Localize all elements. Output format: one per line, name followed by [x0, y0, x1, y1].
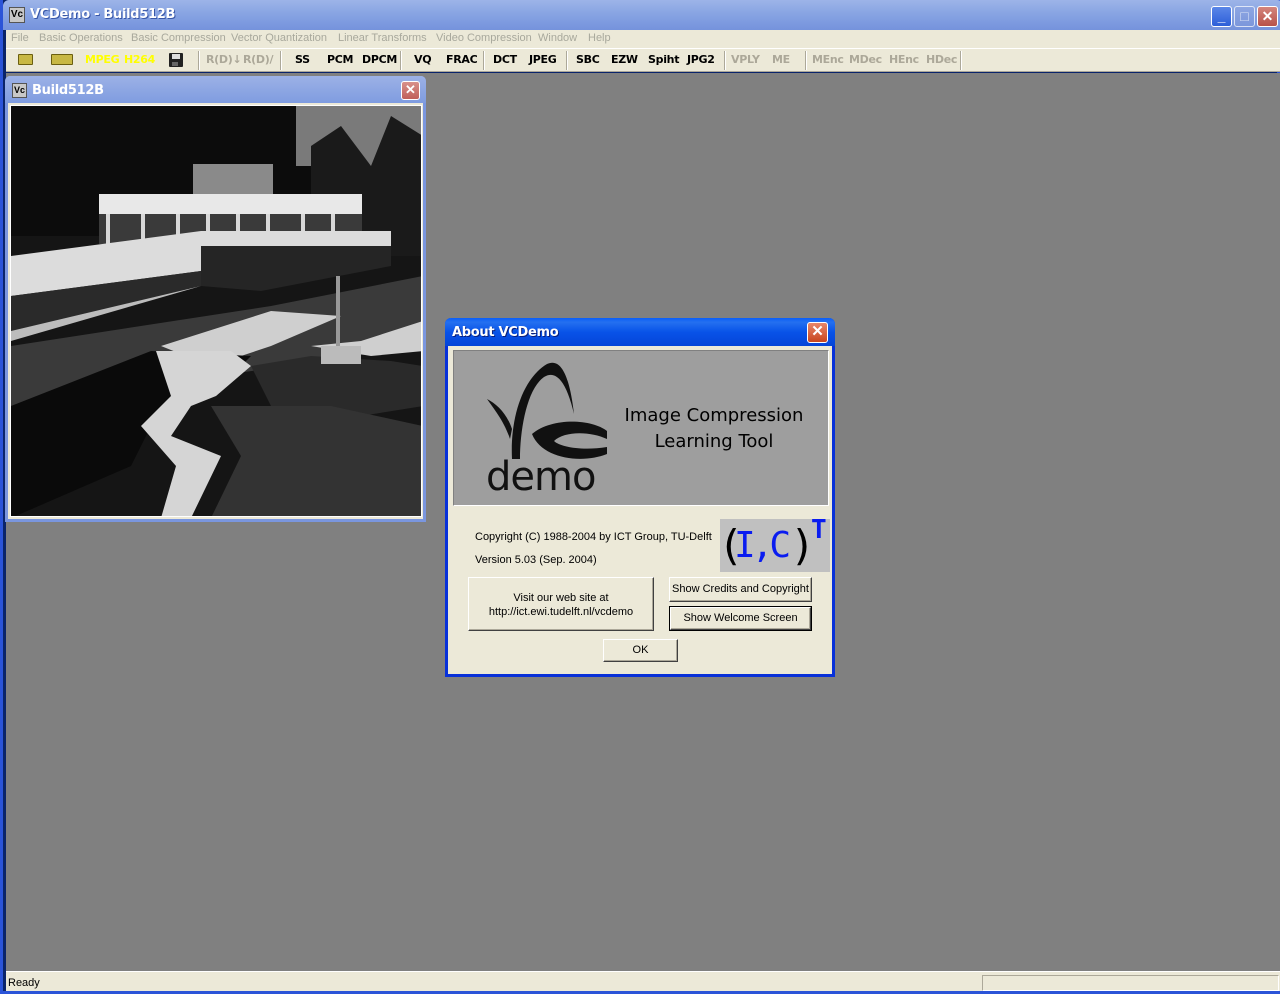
menu-vector-quantization[interactable]: Vector Quantization — [231, 32, 327, 44]
version-text: Version 5.03 (Sep. 2004) — [475, 554, 597, 566]
copyright-text: Copyright (C) 1988-2004 by ICT Group, TU… — [475, 531, 712, 543]
ict-logo-ic: I,C — [734, 525, 791, 566]
status-pane — [982, 975, 1279, 991]
toolbar: MPEG H264 R(D)↓ R(D)/ SS PCM DPCM VQ FRA… — [6, 48, 1280, 72]
toolbar-separator — [724, 51, 726, 70]
jpg2-button[interactable]: JPG2 — [687, 53, 715, 66]
floppy-disk-icon[interactable] — [169, 53, 183, 67]
about-dialog-close-button[interactable]: ✕ — [807, 322, 828, 343]
menu-window[interactable]: Window — [538, 32, 577, 44]
folders-open-icon[interactable] — [51, 54, 73, 65]
vcdemo-doc-icon[interactable]: Vc — [12, 83, 27, 98]
title-bar[interactable]: Vc VCDemo - Build512B _ □ ✕ — [3, 0, 1280, 30]
toolbar-separator — [566, 51, 568, 70]
image-window-titlebar[interactable]: Vc Build512B ✕ — [5, 76, 426, 103]
toolbar-separator — [483, 51, 485, 70]
minimize-button[interactable]: _ — [1211, 6, 1232, 27]
show-welcome-button[interactable]: Show Welcome Screen — [669, 606, 812, 631]
about-dialog-title: About VCDemo — [452, 325, 559, 340]
vcdemo-banner: demo Image Compression Learning Tool — [453, 350, 829, 506]
menu-video-compression[interactable]: Video Compression — [436, 32, 532, 44]
window-title: VCDemo - Build512B — [30, 7, 176, 22]
visit-website-button[interactable]: Visit our web site at http://ict.ewi.tud… — [468, 577, 654, 631]
pcm-button[interactable]: PCM — [327, 53, 353, 66]
dct-button[interactable]: DCT — [493, 53, 517, 66]
vq-button[interactable]: VQ — [414, 53, 432, 66]
ict-logo-superscript: T — [811, 515, 827, 545]
sbc-button[interactable]: SBC — [576, 53, 600, 66]
toolbar-separator — [960, 51, 962, 70]
rd-down-button[interactable]: R(D)↓ — [206, 53, 242, 66]
menu-basic-operations[interactable]: Basic Operations — [39, 32, 123, 44]
toolbar-separator — [805, 51, 807, 70]
status-text: Ready — [8, 977, 40, 989]
status-bar: Ready — [6, 971, 1280, 991]
frac-button[interactable]: FRAC — [446, 53, 478, 66]
tagline-line2: Learning Tool — [654, 431, 774, 452]
jpeg-button[interactable]: JPEG — [529, 53, 557, 66]
henc-button[interactable]: HEnc — [889, 53, 919, 66]
about-dialog-titlebar[interactable]: About VCDemo ✕ — [445, 318, 835, 346]
vcdemo-logo-icon — [487, 362, 607, 459]
image-window-close-button[interactable]: ✕ — [401, 81, 420, 100]
dpcm-button[interactable]: DPCM — [362, 53, 397, 66]
ict-logo: ( I,C ) T — [718, 515, 830, 572]
spiht-button[interactable]: Spiht — [648, 53, 679, 66]
rd-slope-button[interactable]: R(D)/ — [243, 53, 273, 66]
tagline: Image Compression Learning Tool — [619, 403, 809, 455]
ss-button[interactable]: SS — [295, 53, 310, 66]
image-window: Vc Build512B ✕ — [5, 76, 426, 522]
menu-basic-compression[interactable]: Basic Compression — [131, 32, 226, 44]
vcdemo-app-icon[interactable]: Vc — [9, 7, 25, 23]
close-button[interactable]: ✕ — [1257, 6, 1278, 27]
mpeg-button[interactable]: MPEG — [85, 53, 120, 66]
mdec-button[interactable]: MDec — [849, 53, 882, 66]
vply-button[interactable]: VPLY — [731, 53, 760, 66]
logo-demo-text: demo — [486, 454, 596, 500]
ezw-button[interactable]: EZW — [611, 53, 638, 66]
menu-file[interactable]: File — [11, 32, 29, 44]
tagline-line1: Image Compression — [624, 405, 804, 426]
ok-button[interactable]: OK — [603, 639, 678, 662]
toolbar-separator — [198, 51, 200, 70]
maximize-button[interactable]: □ — [1234, 6, 1255, 27]
menu-linear-transforms[interactable]: Linear Transforms — [338, 32, 427, 44]
show-credits-button[interactable]: Show Credits and Copyright — [669, 577, 812, 602]
photo-illustration — [11, 106, 421, 516]
hdec-button[interactable]: HDec — [926, 53, 957, 66]
h264-button[interactable]: H264 — [124, 53, 155, 66]
menu-bar: File Basic Operations Basic Compression … — [6, 30, 1280, 48]
toolbar-separator — [280, 51, 282, 70]
website-line1: Visit our web site at — [513, 592, 609, 604]
website-line2: http://ict.ewi.tudelft.nl/vcdemo — [488, 606, 634, 618]
menu-help[interactable]: Help — [588, 32, 611, 44]
about-dialog: About VCDemo ✕ demo Image Compression Le… — [445, 318, 835, 677]
menc-button[interactable]: MEnc — [812, 53, 844, 66]
toolbar-separator — [400, 51, 402, 70]
me-button[interactable]: ME — [772, 53, 790, 66]
folder-open-icon[interactable] — [18, 54, 33, 65]
building-photo — [10, 105, 422, 517]
image-window-title: Build512B — [32, 83, 104, 98]
